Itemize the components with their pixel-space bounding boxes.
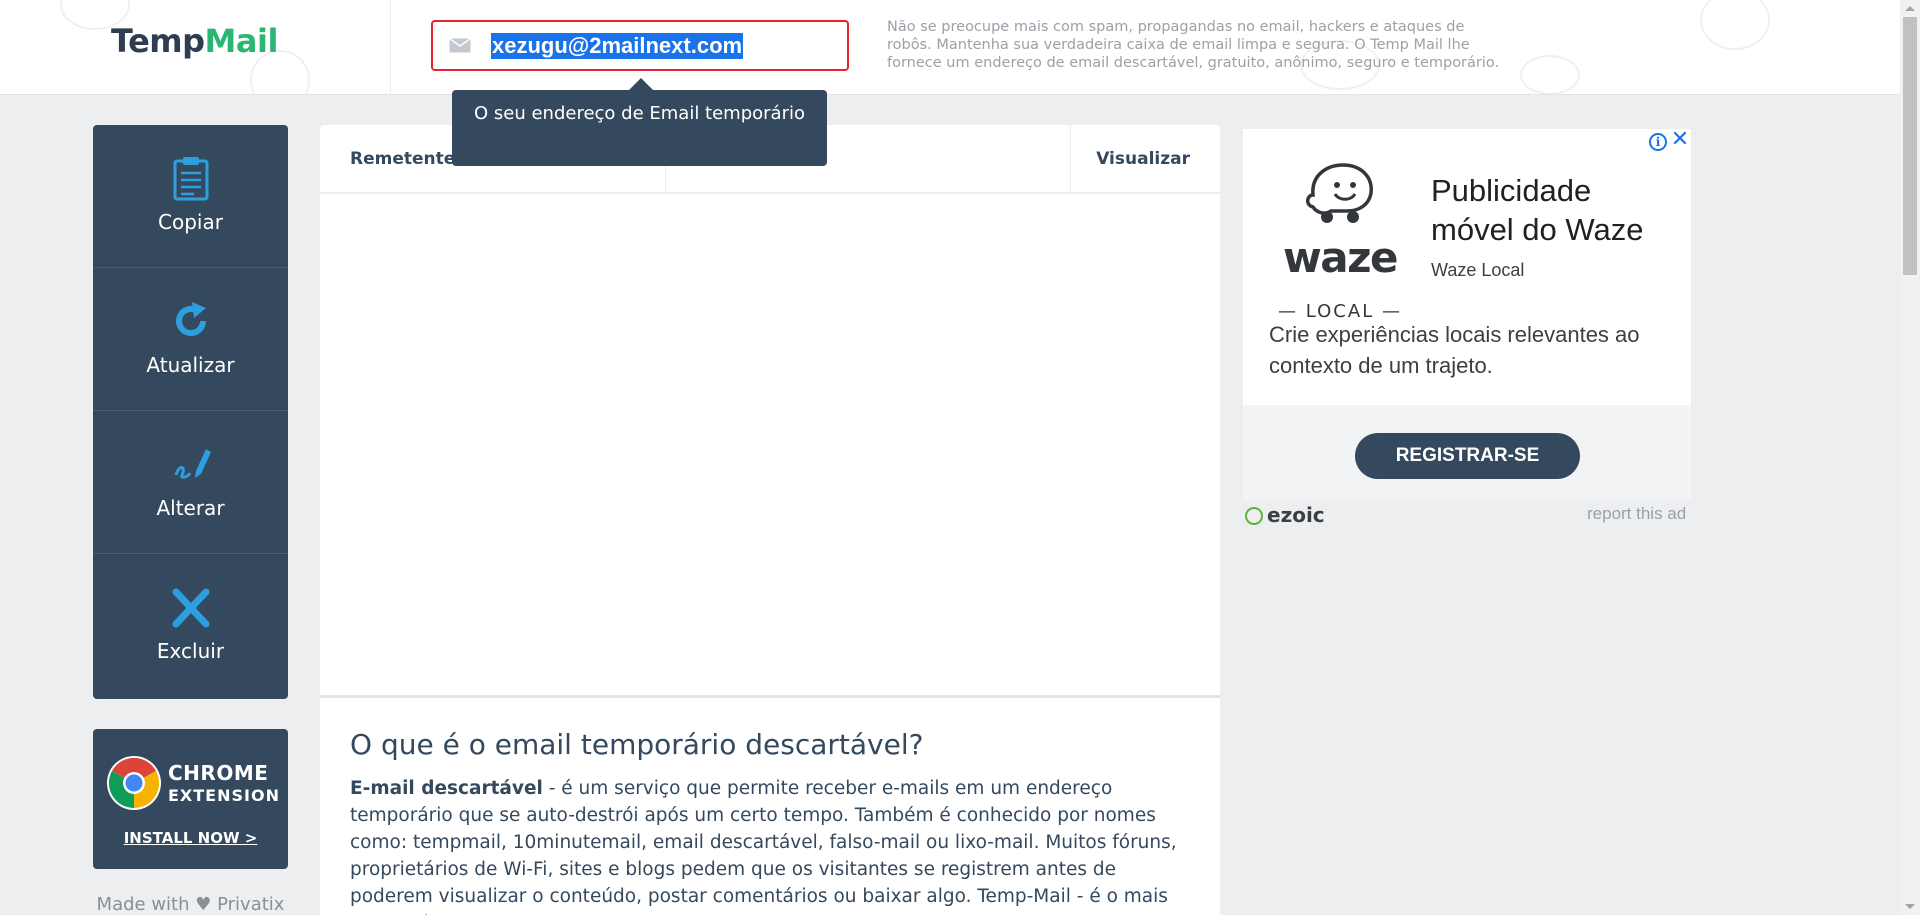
register-button[interactable]: REGISTRAR-SE <box>1355 433 1580 479</box>
chrome-icon <box>107 756 161 810</box>
email-tooltip: O seu endereço de Email temporário <box>452 78 827 166</box>
chrome-extension-subtitle: EXTENSION <box>168 786 280 805</box>
inbox-panel: Remetente Visualizar <box>320 125 1220 695</box>
site-logo[interactable]: TempMail <box>111 22 278 60</box>
header-description: Não se preocupe mais com spam, propagand… <box>887 19 1500 71</box>
chrome-extension-banner[interactable]: CHROME EXTENSION INSTALL NOW > <box>93 729 288 869</box>
background-doodle <box>1520 55 1580 94</box>
header-divider <box>390 0 391 94</box>
waze-mascot-icon <box>1306 163 1373 223</box>
waze-wordmark: waze <box>1282 233 1399 282</box>
install-now-link[interactable]: INSTALL NOW > <box>93 829 288 847</box>
ad-title[interactable]: Publicidade móvel do Waze <box>1431 171 1681 249</box>
background-doodle <box>1700 0 1770 50</box>
edit-icon <box>174 449 211 479</box>
refresh-button[interactable]: Atualizar <box>93 268 288 411</box>
clipboard-icon <box>173 157 209 201</box>
ezoic-logo[interactable]: ezoic <box>1245 503 1325 527</box>
logo-part-mail: Mail <box>204 22 279 60</box>
email-address-text[interactable]: xezugu@2mailnext.com <box>491 33 744 59</box>
change-label: Alterar <box>156 496 225 520</box>
logo-part-temp: Temp <box>111 22 205 60</box>
action-panel: Copiar Atualizar Alterar Excluir <box>93 125 288 699</box>
page-scrollbar[interactable] <box>1900 0 1920 915</box>
change-button[interactable]: Alterar <box>93 411 288 554</box>
ad-subtitle: Waze Local <box>1431 260 1525 280</box>
chrome-extension-title: CHROME <box>168 761 269 785</box>
column-view: Visualizar <box>1096 149 1190 169</box>
envelope-icon <box>449 38 471 53</box>
delete-button[interactable]: Excluir <box>93 554 288 697</box>
ad-info-icon[interactable]: i <box>1649 133 1667 151</box>
column-sender: Remetente <box>350 149 456 169</box>
ad-footer: REGISTRAR-SE <box>1243 405 1691 501</box>
email-address-field[interactable]: xezugu@2mailnext.com <box>431 20 849 71</box>
article-paragraph: E-mail descartável - é um serviço que pe… <box>350 775 1190 915</box>
ad-body: Crie experiências locais relevantes ao c… <box>1269 322 1640 378</box>
scroll-up-arrow-icon[interactable] <box>1905 6 1915 11</box>
article-title: O que é o email temporário descartável? <box>350 728 924 761</box>
article-lead: E-mail descartável <box>350 778 543 799</box>
ezoic-label: ezoic <box>1267 503 1325 527</box>
column-divider <box>1070 125 1071 194</box>
delete-icon <box>172 588 210 628</box>
report-ad-link[interactable]: report this ad <box>1587 504 1686 524</box>
made-with-credit: Made with ♥ Privatix <box>96 894 285 915</box>
refresh-icon <box>176 302 206 336</box>
advertisement[interactable]: i ✕ waze — LOCAL — Publicidade móvel do … <box>1243 129 1691 501</box>
ezoic-icon <box>1245 507 1263 525</box>
scroll-down-arrow-icon[interactable] <box>1905 904 1915 909</box>
refresh-label: Atualizar <box>146 353 235 377</box>
delete-label: Excluir <box>156 639 225 663</box>
scroll-thumb[interactable] <box>1903 17 1917 275</box>
info-article: O que é o email temporário descartável? … <box>320 695 1220 915</box>
copy-button[interactable]: Copiar <box>93 125 288 268</box>
site-header: TempMail xezugu@2mailnext.com Não se pre… <box>0 0 1900 95</box>
waze-logo: waze — LOCAL — <box>1275 161 1405 322</box>
copy-label: Copiar <box>158 210 223 234</box>
ad-close-icon[interactable]: ✕ <box>1669 129 1691 151</box>
